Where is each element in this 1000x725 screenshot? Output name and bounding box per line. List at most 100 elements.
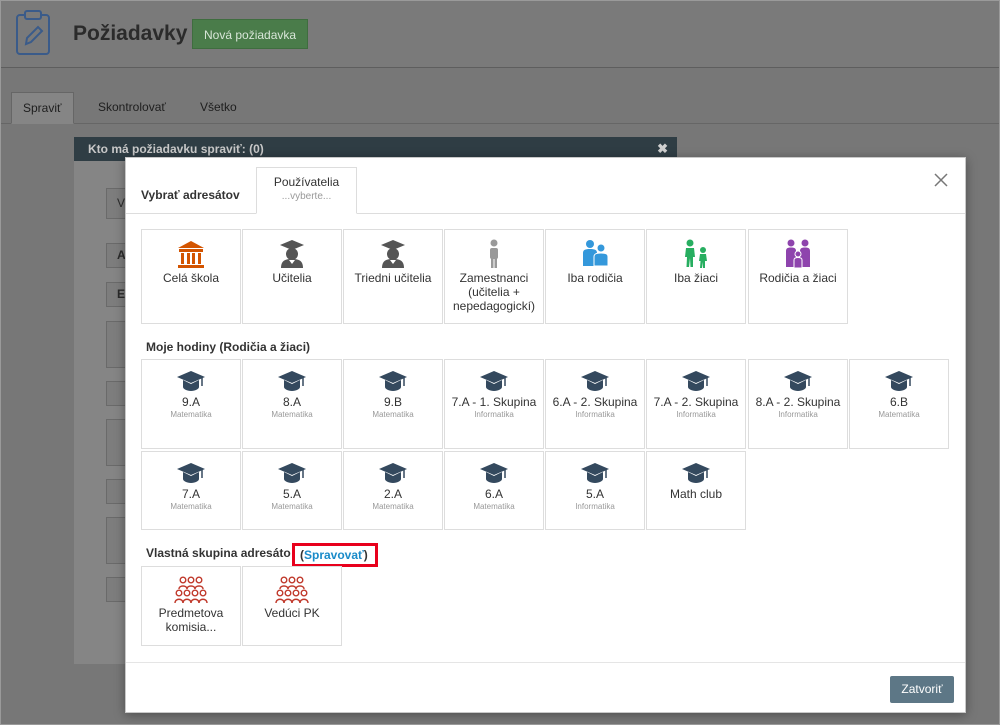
class-name: Math club [669,487,723,501]
modal-title: Vybrať adresátov [141,188,240,202]
recipient-tile-class-teachers[interactable]: Triedni učitelia [343,229,443,324]
class-name: 5.A [282,487,301,501]
class-tile[interactable]: 7.A Matematika [141,451,241,530]
clipboard-icon [16,10,50,55]
class-subject: Informatika [575,410,615,419]
teacher-icon [381,240,405,268]
class-name: 6.B [889,395,908,409]
graduation-cap-icon [480,371,508,391]
teacher-icon [280,240,304,268]
graduation-cap-icon [682,371,710,391]
custom-group-title: Vlastná skupina adresáto [146,546,291,560]
class-name: 9.B [383,395,402,409]
recipient-tile-whole-school[interactable]: Celá škola [141,229,241,324]
select-recipients-modal: Vybrať adresátov Používatelia ...vyberte… [125,157,966,713]
graduation-cap-icon [581,463,609,483]
class-subject: Matematika [271,410,313,419]
modal-header: Vybrať adresátov Používatelia ...vyberte… [126,158,965,214]
class-subject: Matematika [372,410,414,419]
graduation-cap-icon [682,463,710,483]
class-subject: Informatika [575,502,615,511]
class-name: 7.A - 2. Skupina [653,395,739,409]
modal-footer: Zatvoriť [126,662,965,712]
school-building-icon [178,241,204,268]
tab-review[interactable]: Skontrolovať [87,92,177,124]
new-request-button[interactable]: Nová požiadavka [192,19,309,49]
class-name: 2.A [383,487,402,501]
recipient-tile-label: Iba rodičia [567,271,623,285]
class-tile[interactable]: 5.A Matematika [242,451,342,530]
custom-group-tile[interactable]: Predmetova komisia... [141,566,241,646]
graduation-cap-icon [581,371,609,391]
graduation-cap-icon [480,463,508,483]
students-icon [685,239,707,268]
class-tile[interactable]: Math club [646,451,746,530]
class-tile[interactable]: 9.A Matematika [141,359,241,449]
background-dialog-title: Kto má požiadavku spraviť: (0) [88,142,264,156]
class-subject: Matematika [170,502,212,511]
graduation-cap-icon [379,463,407,483]
group-icon [174,576,208,604]
tab-users-title: Používatelia [273,175,340,189]
recipient-tile-label: Celá škola [162,271,220,285]
recipient-tile-employees[interactable]: Zamestnanci (učitelia + nepedagogickí) [444,229,544,324]
graduation-cap-icon [379,371,407,391]
class-name: 6.A [484,487,503,501]
employee-icon [490,239,498,268]
class-tile[interactable]: 6.A Matematika [444,451,544,530]
recipient-tile-label: Učitelia [272,271,312,285]
class-subject: Informatika [778,410,818,419]
tab-users-subtitle: ...vyberte... [281,191,332,202]
graduation-cap-icon [278,463,306,483]
class-tile[interactable]: 8.A Matematika [242,359,342,449]
class-tile[interactable]: 6.B Matematika [849,359,949,449]
manage-link-close-paren: ) [363,548,368,562]
page-header: Požiadavky Nová požiadavka [1,1,999,68]
graduation-cap-icon [177,371,205,391]
class-tile[interactable]: 7.A - 1. Skupina Informatika [444,359,544,449]
tab-users[interactable]: Používatelia ...vyberte... [256,167,357,214]
manage-groups-link[interactable]: (Spravovať) [292,543,378,567]
recipient-tile-label: Triedni učitelia [354,271,432,285]
class-subject: Matematika [170,410,212,419]
graduation-cap-icon [177,463,205,483]
class-subject: Matematika [372,502,414,511]
close-button[interactable]: Zatvoriť [890,676,954,703]
recipient-tile-students-only[interactable]: Iba žiaci [646,229,746,324]
class-tile[interactable]: 2.A Matematika [343,451,443,530]
class-name: 7.A [181,487,200,501]
class-tile[interactable]: 5.A Informatika [545,451,645,530]
class-tile[interactable]: 8.A - 2. Skupina Informatika [748,359,848,449]
my-classes-title: Moje hodiny (Rodičia a žiaci) [146,340,311,354]
class-tile[interactable]: 9.B Matematika [343,359,443,449]
app-window: Požiadavky Nová požiadavka Spraviť Skont… [0,0,1000,725]
class-tile[interactable]: 7.A - 2. Skupina Informatika [646,359,746,449]
recipient-tile-label: Iba žiaci [673,271,719,285]
group-icon [275,576,309,604]
recipient-tile-label: Rodičia a žiaci [759,271,837,285]
parents-icon [583,240,609,267]
tab-do[interactable]: Spraviť [11,92,74,124]
class-name: 8.A [282,395,301,409]
close-icon[interactable] [933,172,949,188]
recipient-tile-label: Zamestnanci (učitelia + nepedagogickí) [452,271,536,313]
page-title: Požiadavky [73,22,188,45]
recipient-tile-parents-only[interactable]: Iba rodičia [545,229,645,324]
tab-all[interactable]: Všetko [189,92,248,124]
graduation-cap-icon [784,371,812,391]
custom-group-label: Vedúci PK [264,606,320,620]
class-subject: Matematika [878,410,920,419]
custom-group-tile[interactable]: Vedúci PK [242,566,342,646]
class-name: 5.A [585,487,604,501]
class-name: 8.A - 2. Skupina [755,395,841,409]
class-subject: Matematika [271,502,313,511]
class-name: 9.A [181,395,200,409]
class-tile[interactable]: 6.A - 2. Skupina Informatika [545,359,645,449]
family-icon [786,239,810,269]
class-subject: Matematika [473,502,515,511]
class-name: 7.A - 1. Skupina [451,395,537,409]
manage-link-text[interactable]: Spravovať [304,548,364,562]
recipient-tile-parents-and-students[interactable]: Rodičia a žiaci [748,229,848,324]
class-subject: Informatika [474,410,514,419]
recipient-tile-teachers[interactable]: Učitelia [242,229,342,324]
